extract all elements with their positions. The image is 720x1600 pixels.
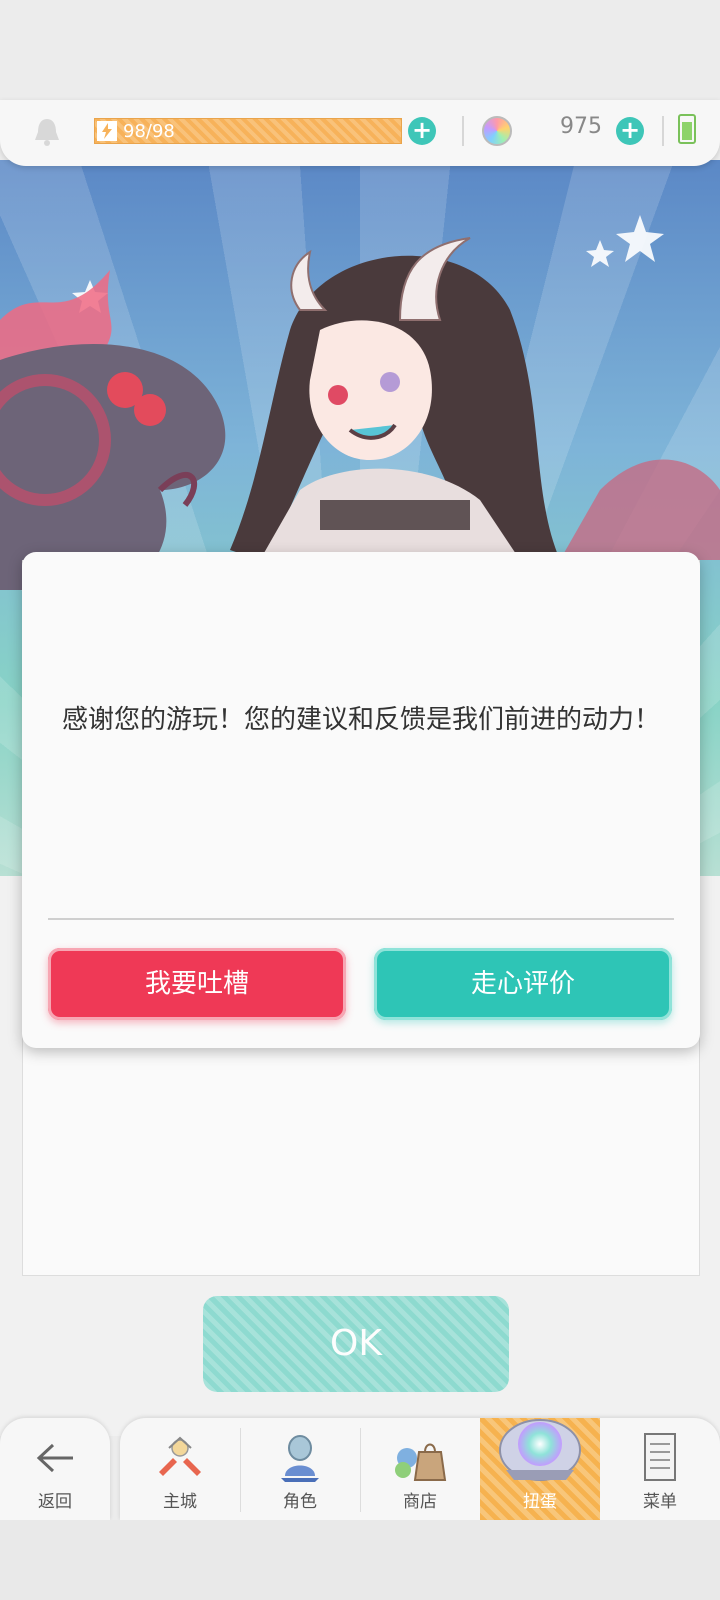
add-energy-plus-icon[interactable]: + [408, 117, 436, 145]
city-icon [149, 1432, 211, 1484]
bottom-nav: 返回 主城 角色 商店 扭蛋 菜单 [0, 1418, 720, 1520]
menu-list-icon [629, 1432, 691, 1484]
feedback-dialog: 感谢您的游玩！您的建议和反馈是我们前进的动力！ 我要吐槽 走心评价 [22, 552, 700, 1048]
divider [662, 116, 664, 146]
battery-icon [678, 114, 696, 144]
nav-label-menu: 菜单 [643, 1492, 677, 1512]
nav-label-character: 角色 [283, 1492, 317, 1512]
energy-bar: 98/98 [94, 118, 402, 144]
nav-label-gacha: 扭蛋 [523, 1492, 557, 1512]
dialog-divider [48, 918, 674, 920]
nav-item-city[interactable]: 主城 [120, 1418, 240, 1520]
nav-item-menu[interactable]: 菜单 [600, 1418, 720, 1520]
notification-bell-icon[interactable] [32, 116, 62, 148]
complain-button[interactable]: 我要吐槽 [48, 948, 346, 1020]
lightning-icon [97, 121, 117, 141]
back-arrow-icon [24, 1432, 86, 1484]
nav-item-character[interactable]: 角色 [240, 1418, 360, 1520]
character-icon [269, 1432, 331, 1484]
gacha-capsule-icon [494, 1404, 586, 1484]
nav-back-button[interactable]: 返回 [0, 1418, 110, 1520]
status-bar: 98/98 + 975 + [0, 100, 720, 166]
divider [462, 116, 464, 146]
add-gems-plus-icon[interactable]: + [616, 117, 644, 145]
rainbow-gem-icon [482, 116, 512, 146]
system-bottom-area [0, 1520, 720, 1600]
nav-label-city: 主城 [163, 1492, 197, 1512]
nav-tabs: 主城 角色 商店 扭蛋 菜单 [120, 1418, 720, 1520]
gems-count: 975 [560, 114, 602, 139]
nav-label-back: 返回 [38, 1492, 72, 1512]
ok-button[interactable]: OK [203, 1296, 509, 1392]
nav-item-back[interactable]: 返回 [0, 1418, 110, 1520]
review-button[interactable]: 走心评价 [374, 948, 672, 1020]
nav-label-shop: 商店 [403, 1492, 437, 1512]
shop-bag-icon [389, 1432, 451, 1484]
energy-value: 98/98 [123, 121, 175, 142]
nav-item-gacha[interactable]: 扭蛋 [480, 1418, 600, 1520]
nav-item-shop[interactable]: 商店 [360, 1418, 480, 1520]
dialog-message: 感谢您的游玩！您的建议和反馈是我们前进的动力！ [62, 705, 661, 735]
